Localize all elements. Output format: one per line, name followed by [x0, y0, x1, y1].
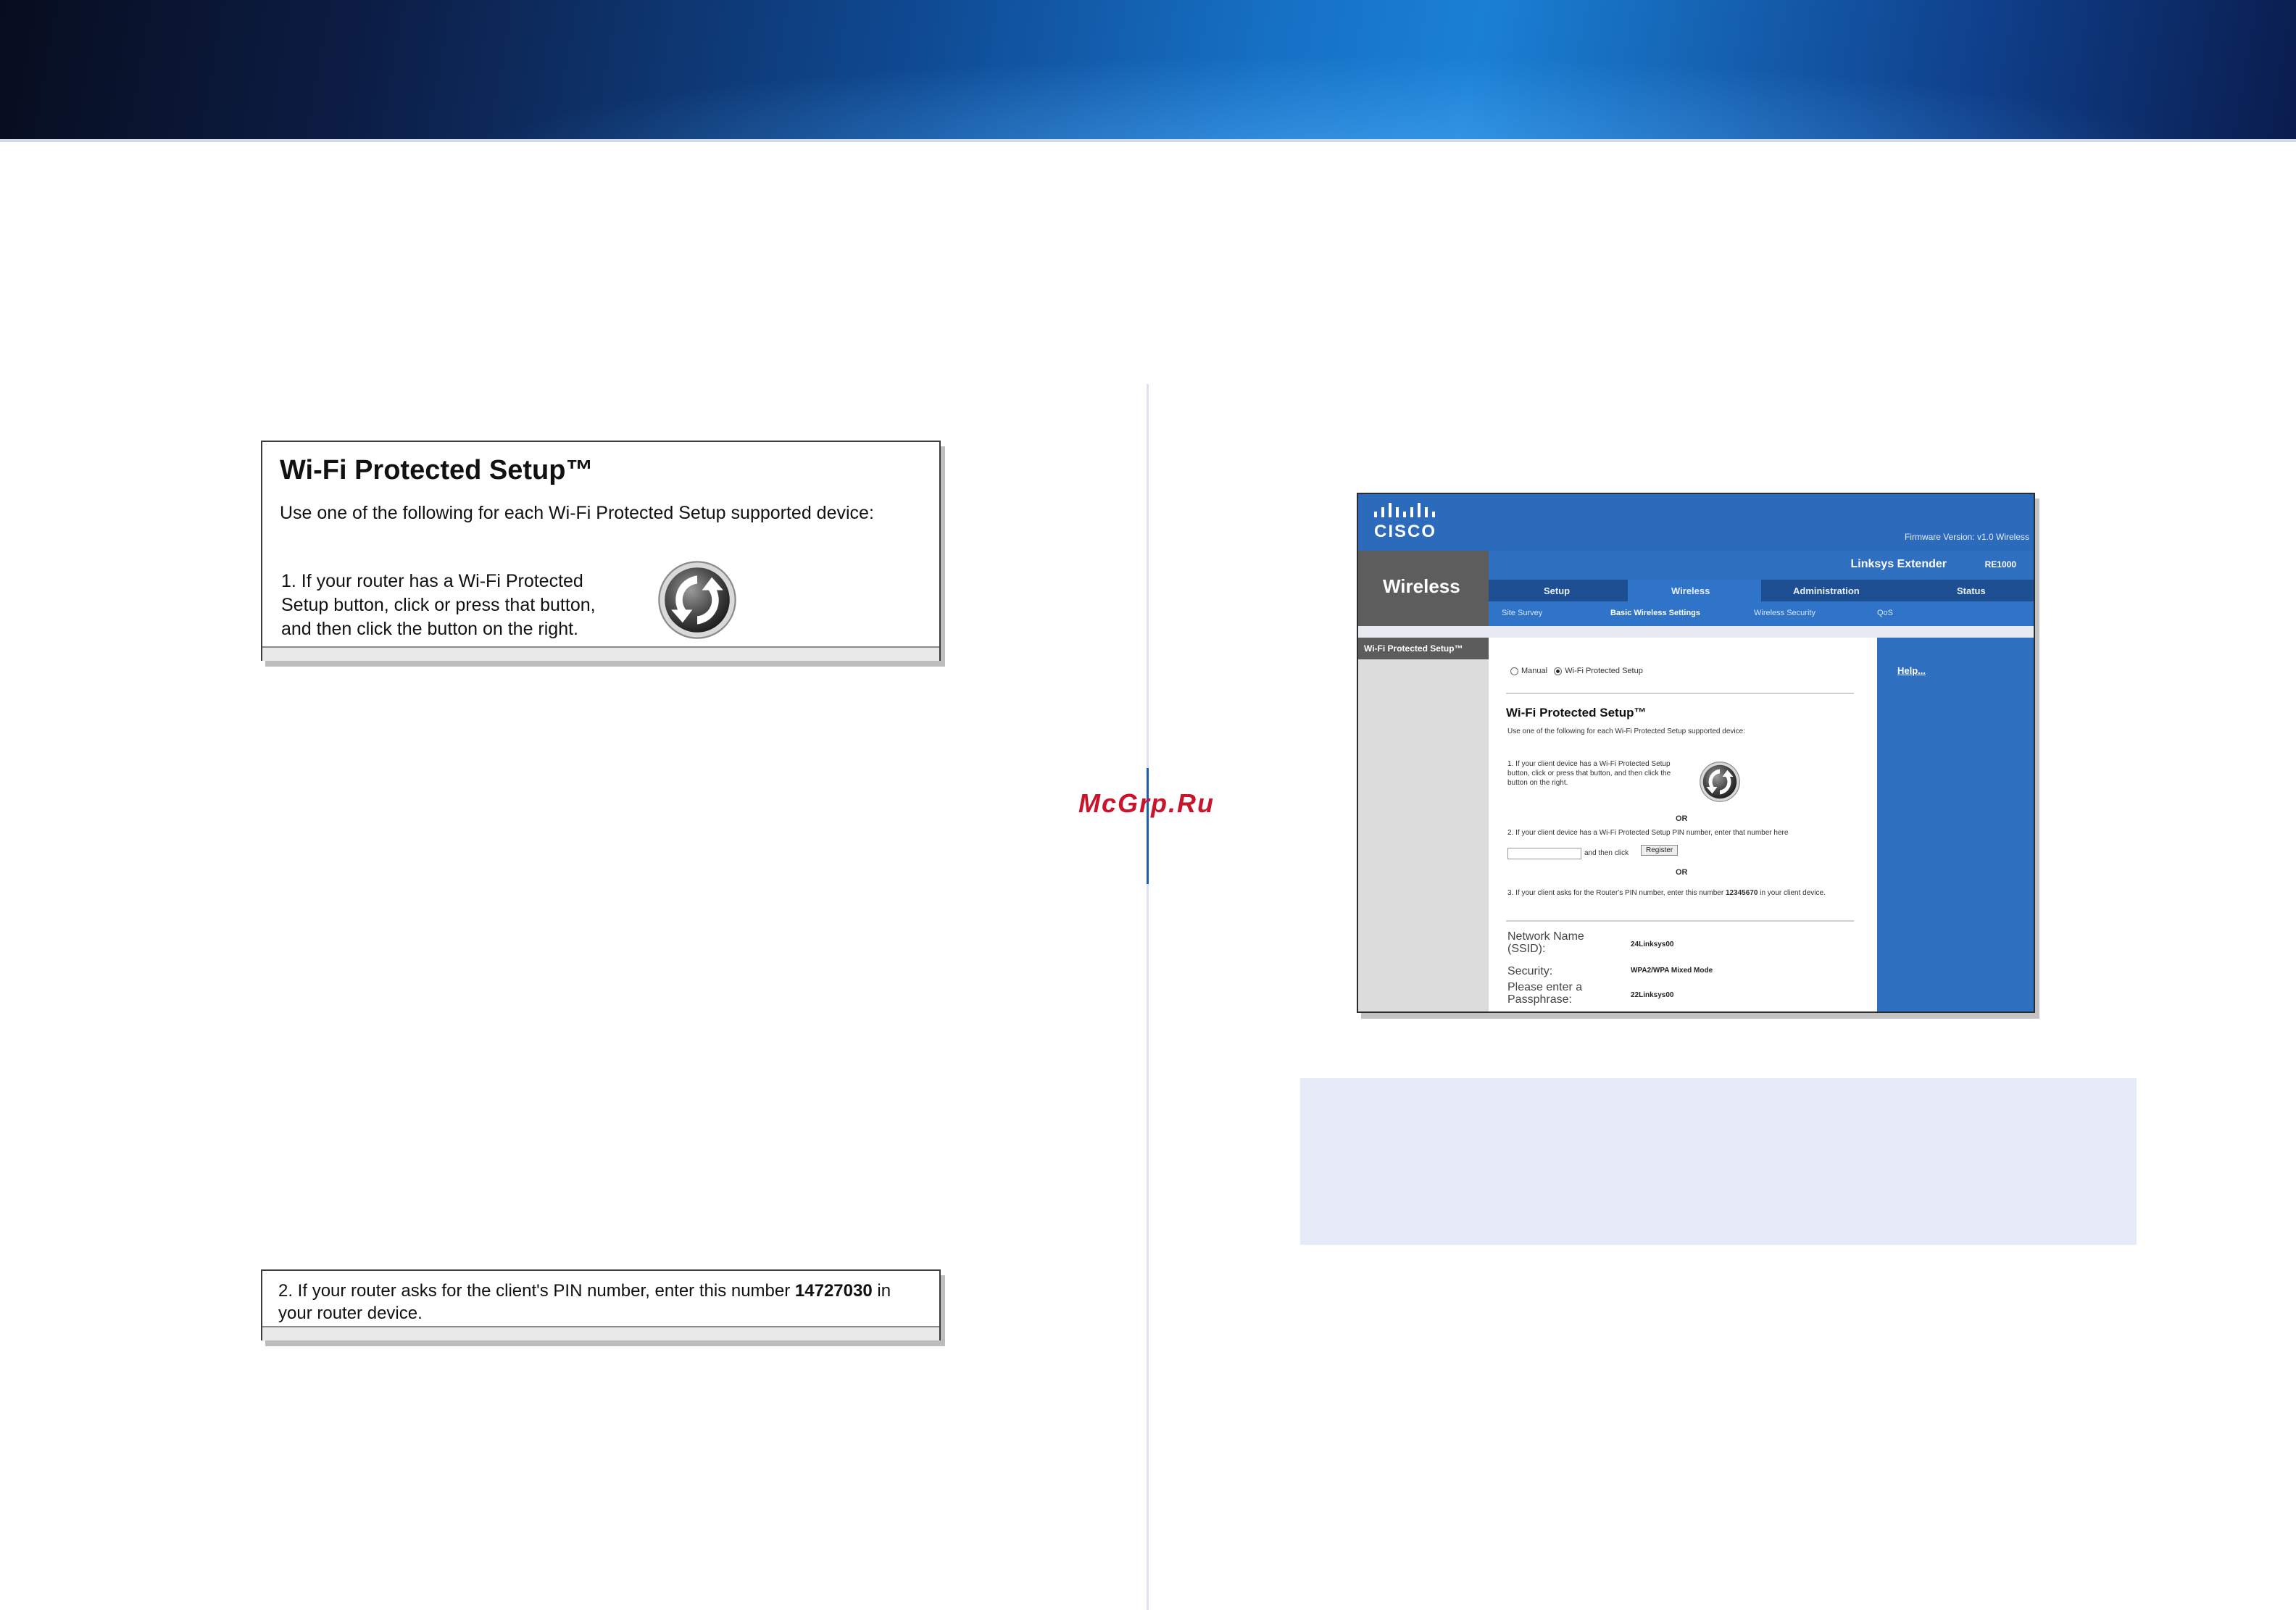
- cisco-logo-icon: [1374, 503, 1435, 517]
- router-step2b: and then click: [1584, 849, 1629, 857]
- banner-rule: [0, 139, 2296, 142]
- router-step1: 1. If your client device has a Wi-Fi Pro…: [1507, 760, 1671, 787]
- router-sidebar: Wi-Fi Protected Setup™: [1358, 638, 1489, 1012]
- tab-wireless[interactable]: Wireless: [1671, 585, 1710, 596]
- or-separator: OR: [1676, 814, 1688, 823]
- divider-line: [1506, 920, 1854, 922]
- pin-callout: 2. If your router asks for the client's …: [261, 1269, 941, 1340]
- radio-wps[interactable]: [1554, 667, 1563, 675]
- model-bar: Linksys Extender RE1000: [1489, 551, 2034, 580]
- subtab-site-survey[interactable]: Site Survey: [1502, 609, 1542, 617]
- router-step3-after: in your client device.: [1758, 889, 1826, 897]
- router-wps-subtitle: Use one of the following for each Wi-Fi …: [1507, 727, 1745, 735]
- sidebar-header: Wi-Fi Protected Setup™: [1358, 638, 1489, 659]
- security-label: Security:: [1507, 965, 1553, 977]
- passphrase-label: Please enter a Passphrase:: [1507, 981, 1583, 1006]
- callout-bottom-strip: [262, 646, 939, 661]
- column-divider-accent: [1147, 768, 1149, 884]
- model-name: Linksys Extender: [1850, 558, 1947, 570]
- passphrase-value: 22Linksys00: [1631, 991, 1674, 999]
- area-title: Wireless: [1383, 575, 1460, 597]
- register-button[interactable]: Register: [1641, 845, 1679, 856]
- help-column: Help...: [1877, 638, 2034, 1012]
- wps-step1: 1. If your router has a Wi-Fi Protected …: [281, 571, 596, 639]
- main-tabs: Setup Wireless Administration Status: [1489, 580, 2034, 601]
- router-step3: 3. If your client asks for the Router's …: [1507, 888, 1870, 898]
- subtab-wireless-security[interactable]: Wireless Security: [1754, 609, 1815, 617]
- subtab-qos[interactable]: QoS: [1877, 609, 1893, 617]
- router-header: CISCO Firmware Version: v1.0 Wireless: [1358, 494, 2034, 551]
- router-step2: 2. If your client device has a Wi-Fi Pro…: [1507, 829, 1789, 837]
- callout-bottom-strip: [262, 1326, 939, 1340]
- router-wps-icon[interactable]: [1699, 761, 1741, 803]
- router-step3-before: 3. If your client asks for the Router's …: [1507, 889, 1726, 897]
- sidebar-item-wps[interactable]: Wi-Fi Protected Setup™: [1364, 643, 1463, 654]
- banner-sheen: [0, 0, 2296, 139]
- security-value: WPA2/WPA Mixed Mode: [1631, 967, 1713, 975]
- ssid-label: Network Name (SSID):: [1507, 930, 1584, 955]
- tab-setup[interactable]: Setup: [1544, 585, 1570, 596]
- wps-title: Wi-Fi Protected Setup™: [280, 455, 594, 485]
- radio-wps-label: Wi-Fi Protected Setup: [1565, 667, 1643, 675]
- firmware-version: Firmware Version: v1.0 Wireless: [1904, 532, 2029, 542]
- divider-line: [1506, 693, 1854, 694]
- mode-radio-row: Manual Wi-Fi Protected Setup: [1510, 667, 1643, 675]
- router-pin: 12345670: [1725, 889, 1758, 897]
- router-screenshot: CISCO Firmware Version: v1.0 Wireless Wi…: [1357, 493, 2035, 1013]
- pin-text: 2. If your router asks for the client's …: [278, 1280, 923, 1325]
- wps-icon[interactable]: [657, 559, 738, 641]
- header-gap: [1358, 626, 2034, 638]
- wps-subtitle: Use one of the following for each Wi-Fi …: [280, 503, 874, 523]
- wps-callout: Wi-Fi Protected Setup™ Use one of the fo…: [261, 441, 941, 661]
- help-link[interactable]: Help...: [1897, 665, 1926, 676]
- pin-input[interactable]: [1507, 848, 1581, 859]
- pin-text-before: 2. If your router asks for the client's …: [278, 1281, 795, 1301]
- router-wps-title: Wi-Fi Protected Setup™: [1506, 706, 1647, 720]
- tab-status[interactable]: Status: [1957, 585, 1986, 596]
- watermark: McGrp.Ru: [1078, 788, 1215, 818]
- radio-manual-label: Manual: [1521, 667, 1548, 675]
- radio-manual[interactable]: [1510, 667, 1518, 675]
- note-panel: [1300, 1078, 2137, 1245]
- or-separator: OR: [1676, 868, 1688, 877]
- area-title-box: Wireless: [1358, 551, 1489, 626]
- model-code: RE1000: [1984, 559, 2016, 570]
- pin-number: 14727030: [794, 1281, 873, 1301]
- sub-tabs: Site Survey Basic Wireless Settings Wire…: [1489, 601, 2034, 626]
- column-divider: [1147, 384, 1149, 1610]
- top-banner: [0, 0, 2296, 139]
- router-main-panel: Manual Wi-Fi Protected Setup Wi-Fi Prote…: [1489, 638, 1877, 1012]
- subtab-basic-wireless[interactable]: Basic Wireless Settings: [1610, 609, 1700, 617]
- ssid-value: 24Linksys00: [1631, 940, 1674, 948]
- tab-administration[interactable]: Administration: [1793, 585, 1860, 596]
- cisco-logo-text: CISCO: [1374, 522, 1437, 541]
